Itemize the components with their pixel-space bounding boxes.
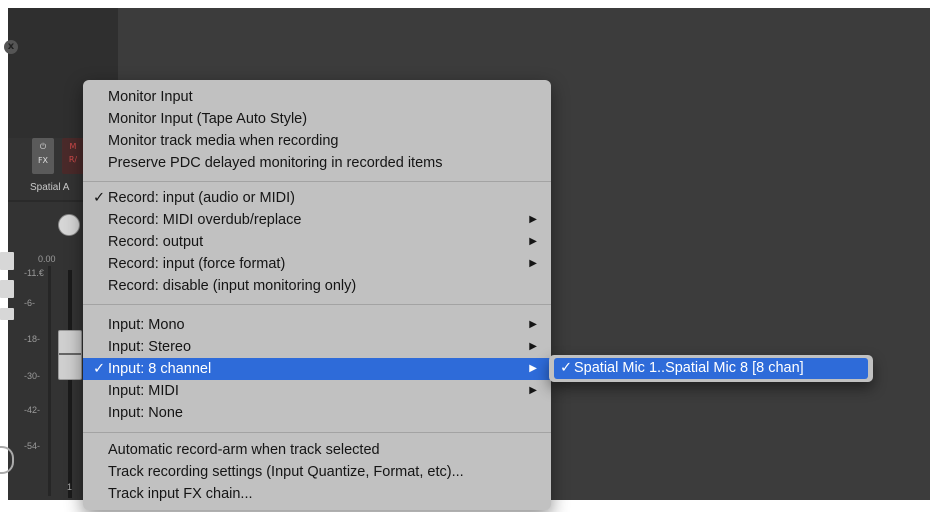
menu-separator <box>83 432 551 433</box>
menu-item-label: Record: disable (input monitoring only) <box>108 278 357 294</box>
menu-item-track-input-fx-chain[interactable]: Track input FX chain... <box>83 483 551 505</box>
menu-item-input-mono[interactable]: Input: Mono ▶ <box>83 314 551 336</box>
mute-label: M <box>69 142 77 151</box>
menu-item-label: Monitor Input (Tape Auto Style) <box>108 111 308 127</box>
menu-item-record-force-format[interactable]: Record: input (force format) ▶ <box>83 253 551 275</box>
menu-item-label: Track input FX chain... <box>108 486 253 502</box>
menu-item-record-input[interactable]: ✓ Record: input (audio or MIDI) <box>83 187 551 209</box>
submenu-arrow-icon: ▶ <box>529 341 537 352</box>
menu-item-label: Record: output <box>108 234 204 250</box>
check-icon: ✓ <box>93 190 106 206</box>
power-icon: ⏻ <box>39 142 47 151</box>
check-icon: ✓ <box>560 360 573 376</box>
menu-separator <box>83 181 551 182</box>
menu-item-label: Input: Mono <box>108 317 185 333</box>
menu-item-label: Monitor track media when recording <box>108 133 339 149</box>
edge-tab[interactable] <box>0 252 14 270</box>
fx-button-label: FX <box>37 156 49 165</box>
menu-item-input-none[interactable]: Input: None <box>83 402 551 424</box>
track-strip-name: Spatial A <box>30 182 70 193</box>
meter-scale-label: -42- <box>24 405 41 415</box>
meter-scale-label: -30- <box>24 371 41 381</box>
menu-item-input-midi[interactable]: Input: MIDI ▶ <box>83 380 551 402</box>
submenu-arrow-icon: ▶ <box>529 258 537 269</box>
level-meter <box>48 266 51 496</box>
menu-item-record-output[interactable]: Record: output ▶ <box>83 231 551 253</box>
submenu-arrow-icon: ▶ <box>529 214 537 225</box>
menu-item-track-recording-settings[interactable]: Track recording settings (Input Quantize… <box>83 461 551 483</box>
fader-track <box>68 270 72 498</box>
menu-item-label: Input: MIDI <box>108 383 179 399</box>
pan-knob[interactable] <box>58 214 80 236</box>
edge-tab[interactable] <box>0 280 14 298</box>
track-number: 1 <box>67 482 73 492</box>
menu-item-input-8-channel[interactable]: ✓ Input: 8 channel ▶ <box>83 358 551 380</box>
screen-top-margin <box>0 0 940 8</box>
menu-item-label: Input: 8 channel <box>108 361 212 377</box>
check-icon: ✓ <box>93 361 106 377</box>
meter-scale-label: -54- <box>24 441 41 451</box>
menu-item-label: Automatic record-arm when track selected <box>108 442 380 458</box>
submenu-arrow-icon: ▶ <box>529 236 537 247</box>
input-context-menu: Monitor Input Monitor Input (Tape Auto S… <box>83 80 551 510</box>
screen-right-margin <box>930 0 940 512</box>
close-icon[interactable]: x <box>4 40 18 54</box>
submenu-arrow-icon: ▶ <box>529 319 537 330</box>
menu-item-label: Monitor Input <box>108 89 193 105</box>
submenu-arrow-icon: ▶ <box>529 363 537 374</box>
meter-scale-label: -18- <box>24 334 41 344</box>
menu-item-label: Input: Stereo <box>108 339 192 355</box>
submenu-item-spatial-mic[interactable]: ✓ Spatial Mic 1..Spatial Mic 8 [8 chan] <box>554 358 868 379</box>
menu-item-label: Preserve PDC delayed monitoring in recor… <box>108 155 443 171</box>
menu-item-label: Track recording settings (Input Quantize… <box>108 464 464 480</box>
menu-item-record-disable[interactable]: Record: disable (input monitoring only) <box>83 275 551 297</box>
menu-item-input-stereo[interactable]: Input: Stereo ▶ <box>83 336 551 358</box>
meter-scale-label: -6- <box>24 298 35 308</box>
menu-item-label: Record: MIDI overdub/replace <box>108 212 302 228</box>
menu-separator <box>83 304 551 305</box>
volume-fader[interactable] <box>58 330 82 380</box>
submenu-item-label: Spatial Mic 1..Spatial Mic 8 [8 chan] <box>574 360 804 376</box>
edge-tab[interactable] <box>0 308 14 320</box>
menu-item-monitor-input[interactable]: Monitor Input <box>83 86 551 108</box>
menu-item-label: Record: input (audio or MIDI) <box>108 190 295 206</box>
menu-item-monitor-input-tape[interactable]: Monitor Input (Tape Auto Style) <box>83 108 551 130</box>
menu-item-auto-record-arm[interactable]: Automatic record-arm when track selected <box>83 439 551 461</box>
menu-item-record-midi-overdub[interactable]: Record: MIDI overdub/replace ▶ <box>83 209 551 231</box>
menu-item-label: Record: input (force format) <box>108 256 286 272</box>
fx-button[interactable]: ⏻ FX <box>32 138 54 174</box>
menu-item-label: Input: None <box>108 405 183 421</box>
menu-item-monitor-track-media[interactable]: Monitor track media when recording <box>83 130 551 152</box>
volume-readout: 0.00 <box>38 254 56 264</box>
meter-scale-label: -11.€ <box>24 268 44 278</box>
mute-record-button[interactable]: M R/ <box>62 138 84 174</box>
record-label: R/ <box>68 155 78 164</box>
input-8-channel-submenu: ✓ Spatial Mic 1..Spatial Mic 8 [8 chan] <box>549 355 873 382</box>
menu-item-preserve-pdc[interactable]: Preserve PDC delayed monitoring in recor… <box>83 152 551 174</box>
submenu-arrow-icon: ▶ <box>529 385 537 396</box>
